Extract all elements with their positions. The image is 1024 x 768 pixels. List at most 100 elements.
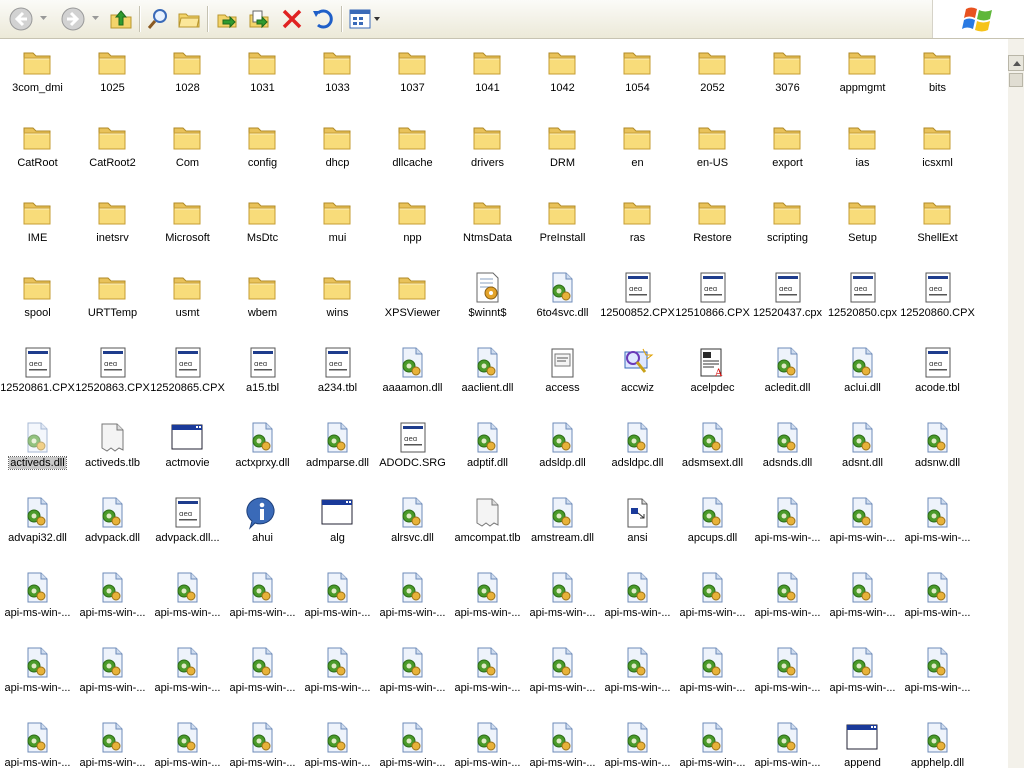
- file-item[interactable]: api-ms-win-...: [300, 717, 375, 768]
- file-item[interactable]: api-ms-win-...: [600, 642, 675, 717]
- file-item[interactable]: api-ms-win-...: [825, 567, 900, 642]
- folder-item[interactable]: drivers: [450, 117, 525, 192]
- forward-dropdown[interactable]: [90, 3, 100, 34]
- up-button[interactable]: [106, 3, 136, 34]
- file-item[interactable]: api-ms-win-...: [375, 567, 450, 642]
- file-item[interactable]: amstream.dll: [525, 492, 600, 567]
- file-item[interactable]: ɑeɑ 12520865.CPX: [150, 342, 225, 417]
- folder-item[interactable]: icsxml: [900, 117, 975, 192]
- folder-item[interactable]: 3com_dmi: [0, 42, 75, 117]
- file-item[interactable]: accwiz: [600, 342, 675, 417]
- folder-item[interactable]: 1033: [300, 42, 375, 117]
- folder-item[interactable]: MsDtc: [225, 192, 300, 267]
- folder-item[interactable]: wins: [300, 267, 375, 342]
- file-item[interactable]: ɑeɑ a234.tbl: [300, 342, 375, 417]
- file-item[interactable]: ahui: [225, 492, 300, 567]
- file-item[interactable]: api-ms-win-...: [900, 567, 975, 642]
- folder-item[interactable]: CatRoot: [0, 117, 75, 192]
- file-item[interactable]: ɑeɑ a15.tbl: [225, 342, 300, 417]
- file-item[interactable]: adsnt.dll: [825, 417, 900, 492]
- file-item[interactable]: api-ms-win-...: [225, 717, 300, 768]
- folder-item[interactable]: spool: [0, 267, 75, 342]
- file-item[interactable]: api-ms-win-...: [675, 642, 750, 717]
- back-dropdown[interactable]: [38, 3, 48, 34]
- file-item[interactable]: append: [825, 717, 900, 768]
- search-button[interactable]: [143, 3, 173, 34]
- folder-item[interactable]: bits: [900, 42, 975, 117]
- file-item[interactable]: api-ms-win-...: [150, 717, 225, 768]
- folder-item[interactable]: en-US: [675, 117, 750, 192]
- forward-button[interactable]: [56, 3, 90, 34]
- scroll-up-button[interactable]: [1008, 55, 1024, 71]
- folder-item[interactable]: 1028: [150, 42, 225, 117]
- file-item[interactable]: ɑeɑ 12520437.cpx: [750, 267, 825, 342]
- folder-item[interactable]: 1025: [75, 42, 150, 117]
- file-item[interactable]: Aacelpdec: [675, 342, 750, 417]
- file-item[interactable]: api-ms-win-...: [525, 642, 600, 717]
- folder-item[interactable]: Microsoft: [150, 192, 225, 267]
- copy-to-button[interactable]: [244, 3, 274, 34]
- folder-item[interactable]: usmt: [150, 267, 225, 342]
- file-item[interactable]: api-ms-win-...: [75, 642, 150, 717]
- file-item[interactable]: ansi: [600, 492, 675, 567]
- folder-item[interactable]: wbem: [225, 267, 300, 342]
- folder-item[interactable]: 1042: [525, 42, 600, 117]
- move-to-button[interactable]: [212, 3, 242, 34]
- file-item[interactable]: $winnt$: [450, 267, 525, 342]
- folder-item[interactable]: URTTemp: [75, 267, 150, 342]
- folders-button[interactable]: [174, 3, 204, 34]
- file-item[interactable]: api-ms-win-...: [525, 567, 600, 642]
- file-item[interactable]: api-ms-win-...: [450, 717, 525, 768]
- folder-item[interactable]: 1041: [450, 42, 525, 117]
- file-item[interactable]: actxprxy.dll: [225, 417, 300, 492]
- folder-item[interactable]: ShellExt: [900, 192, 975, 267]
- file-item[interactable]: api-ms-win-...: [750, 642, 825, 717]
- delete-button[interactable]: [277, 3, 307, 34]
- file-item[interactable]: aaaamon.dll: [375, 342, 450, 417]
- file-item[interactable]: api-ms-win-...: [600, 567, 675, 642]
- folder-item[interactable]: dllcache: [375, 117, 450, 192]
- file-item[interactable]: adsldp.dll: [525, 417, 600, 492]
- file-item[interactable]: amcompat.tlb: [450, 492, 525, 567]
- file-item[interactable]: acledit.dll: [750, 342, 825, 417]
- file-item[interactable]: api-ms-win-...: [750, 492, 825, 567]
- scroll-thumb[interactable]: [1009, 73, 1023, 87]
- vertical-scrollbar[interactable]: [1008, 39, 1024, 768]
- file-item[interactable]: apphelp.dll: [900, 717, 975, 768]
- file-item[interactable]: api-ms-win-...: [825, 492, 900, 567]
- file-item[interactable]: advapi32.dll: [0, 492, 75, 567]
- file-item[interactable]: api-ms-win-...: [300, 567, 375, 642]
- file-item[interactable]: activeds.tlb: [75, 417, 150, 492]
- folder-item[interactable]: ias: [825, 117, 900, 192]
- file-item[interactable]: ɑeɑ 12500852.CPX: [600, 267, 675, 342]
- file-list-view[interactable]: 3com_dmi 1025 1028 1031 1033 1037 1041 1042 1054…: [0, 39, 1008, 768]
- file-item[interactable]: adsnds.dll: [750, 417, 825, 492]
- file-item[interactable]: api-ms-win-...: [75, 567, 150, 642]
- file-item[interactable]: api-ms-win-...: [750, 717, 825, 768]
- folder-item[interactable]: CatRoot2: [75, 117, 150, 192]
- file-item[interactable]: api-ms-win-...: [0, 642, 75, 717]
- file-item[interactable]: api-ms-win-...: [75, 717, 150, 768]
- file-item[interactable]: api-ms-win-...: [900, 492, 975, 567]
- folder-item[interactable]: 1031: [225, 42, 300, 117]
- undo-button[interactable]: [308, 3, 338, 34]
- folder-item[interactable]: DRM: [525, 117, 600, 192]
- file-item[interactable]: actmovie: [150, 417, 225, 492]
- file-item[interactable]: admparse.dll: [300, 417, 375, 492]
- file-item[interactable]: api-ms-win-...: [450, 642, 525, 717]
- file-item[interactable]: ɑeɑ 12520861.CPX: [0, 342, 75, 417]
- folder-item[interactable]: export: [750, 117, 825, 192]
- file-item[interactable]: api-ms-win-...: [900, 642, 975, 717]
- file-item[interactable]: 6to4svc.dll: [525, 267, 600, 342]
- file-item[interactable]: api-ms-win-...: [825, 642, 900, 717]
- views-button[interactable]: [347, 3, 383, 34]
- folder-item[interactable]: NtmsData: [450, 192, 525, 267]
- file-item[interactable]: api-ms-win-...: [750, 567, 825, 642]
- folder-item[interactable]: config: [225, 117, 300, 192]
- folder-item[interactable]: 1037: [375, 42, 450, 117]
- folder-item[interactable]: IME: [0, 192, 75, 267]
- file-item[interactable]: api-ms-win-...: [675, 717, 750, 768]
- file-item[interactable]: adptif.dll: [450, 417, 525, 492]
- file-item[interactable]: api-ms-win-...: [675, 567, 750, 642]
- file-item[interactable]: api-ms-win-...: [375, 717, 450, 768]
